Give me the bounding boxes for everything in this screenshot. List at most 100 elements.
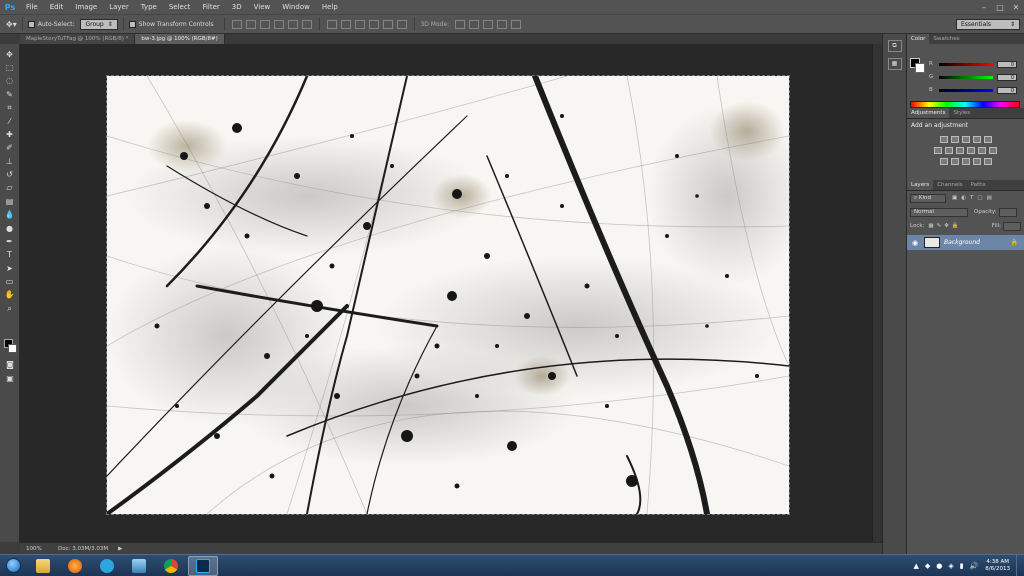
menu-type[interactable]: Type xyxy=(135,3,163,11)
eraser-tool-icon[interactable]: ▱ xyxy=(4,183,16,193)
red-value-field[interactable]: 0 xyxy=(997,60,1017,68)
menu-file[interactable]: File xyxy=(20,3,44,11)
move-tool-preset-icon[interactable]: ✥▾ xyxy=(6,20,17,29)
color-background-swatch[interactable] xyxy=(915,63,925,73)
3d-rotate-icon[interactable] xyxy=(455,19,466,29)
distribute-top-icon[interactable] xyxy=(327,19,338,29)
quick-mask-icon[interactable]: ◙ xyxy=(4,360,16,370)
type-tool-icon[interactable]: T xyxy=(4,250,16,260)
levels-icon[interactable] xyxy=(950,136,959,143)
align-hcenter-icon[interactable] xyxy=(288,19,299,29)
filter-adjustment-icon[interactable]: ◐ xyxy=(961,195,966,201)
properties-panel-icon[interactable]: ▦ xyxy=(887,58,902,70)
threshold-icon[interactable] xyxy=(961,158,970,165)
curves-icon[interactable] xyxy=(961,136,970,143)
opacity-field[interactable] xyxy=(998,207,1017,217)
exposure-icon[interactable] xyxy=(972,136,981,143)
dodge-tool-icon[interactable]: ● xyxy=(4,224,16,234)
layer-kind-filter[interactable]: ⌕ Kind xyxy=(910,193,946,203)
green-value-field[interactable]: 0 xyxy=(997,73,1017,81)
healing-brush-tool-icon[interactable]: ✚ xyxy=(4,130,16,140)
menu-filter[interactable]: Filter xyxy=(196,3,225,11)
gradient-map-icon[interactable] xyxy=(972,158,981,165)
tab-layers[interactable]: Layers xyxy=(907,180,934,190)
lock-position-icon[interactable]: ✥ xyxy=(944,223,949,229)
menu-window[interactable]: Window xyxy=(276,3,316,11)
blue-slider[interactable] xyxy=(939,88,993,92)
network-icon[interactable]: ▮ xyxy=(960,562,964,570)
tab-channels[interactable]: Channels xyxy=(933,180,966,190)
align-left-icon[interactable] xyxy=(274,19,285,29)
zoom-tool-icon[interactable]: ⌕ xyxy=(4,304,16,314)
distribute-hcenter-icon[interactable] xyxy=(383,19,394,29)
document-canvas[interactable] xyxy=(106,75,790,515)
3d-roll-icon[interactable] xyxy=(469,19,480,29)
rectangle-tool-icon[interactable]: ▭ xyxy=(4,277,16,287)
hue-saturation-icon[interactable] xyxy=(934,147,942,154)
blue-value-field[interactable]: 0 xyxy=(997,86,1017,94)
taskbar-explorer[interactable] xyxy=(28,556,58,576)
tray-app-icon[interactable]: ◆ xyxy=(925,562,930,570)
vertical-scrollbar[interactable] xyxy=(872,44,882,542)
color-spectrum-ramp[interactable] xyxy=(910,101,1020,108)
color-balance-icon[interactable] xyxy=(945,147,953,154)
taskbar-chrome[interactable] xyxy=(156,556,186,576)
history-brush-tool-icon[interactable]: ↺ xyxy=(4,170,16,180)
tab-styles[interactable]: Styles xyxy=(949,108,974,118)
filter-pixel-icon[interactable]: ▣ xyxy=(952,195,957,201)
menu-image[interactable]: Image xyxy=(69,3,103,11)
distribute-left-icon[interactable] xyxy=(369,19,380,29)
quick-select-tool-icon[interactable]: ✎ xyxy=(4,90,16,100)
color-lookup-icon[interactable] xyxy=(989,147,997,154)
tray-app-icon[interactable]: ◈ xyxy=(948,562,953,570)
tab-adjustments[interactable]: Adjustments xyxy=(907,108,950,118)
show-desktop-button[interactable] xyxy=(1016,554,1024,576)
tab-color[interactable]: Color xyxy=(907,34,930,44)
tab-swatches[interactable]: Swatches xyxy=(929,34,963,44)
3d-drag-icon[interactable] xyxy=(483,19,494,29)
history-panel-icon[interactable]: ⧉ xyxy=(887,40,902,52)
taskbar-media-player[interactable] xyxy=(60,556,90,576)
menu-select[interactable]: Select xyxy=(163,3,197,11)
close-icon[interactable]: ✕ xyxy=(1008,3,1024,12)
path-select-tool-icon[interactable]: ➤ xyxy=(4,264,16,274)
align-top-icon[interactable] xyxy=(232,19,243,29)
blend-mode-dropdown[interactable]: Normal xyxy=(910,207,968,217)
taskbar-clock[interactable]: 4:38 AM 8/6/2013 xyxy=(985,559,1010,573)
volume-icon[interactable]: 🔊 xyxy=(970,562,979,570)
marquee-tool-icon[interactable]: ⬚ xyxy=(4,63,16,73)
auto-select-checkbox[interactable] xyxy=(27,20,35,28)
filter-type-icon[interactable]: T xyxy=(970,195,973,201)
align-bottom-icon[interactable] xyxy=(260,19,271,29)
maximize-icon[interactable]: □ xyxy=(992,3,1008,12)
document-tab-active[interactable]: bw-3.jpg @ 100% (RGB/8#) xyxy=(135,34,225,44)
distribute-bottom-icon[interactable] xyxy=(355,19,366,29)
brush-tool-icon[interactable]: ✐ xyxy=(4,143,16,153)
green-slider[interactable] xyxy=(939,75,993,79)
3d-scale-icon[interactable] xyxy=(511,19,522,29)
lasso-tool-icon[interactable]: ◌ xyxy=(4,76,16,86)
lock-transparent-icon[interactable]: ▦ xyxy=(928,223,933,229)
screen-mode-icon[interactable]: ▣ xyxy=(4,374,16,384)
menu-view[interactable]: View xyxy=(248,3,277,11)
show-transform-option[interactable]: Show Transform Controls xyxy=(128,20,213,28)
auto-select-option[interactable]: Auto-Select: xyxy=(27,20,74,28)
filter-shape-icon[interactable]: ▢ xyxy=(977,195,982,201)
vibrance-icon[interactable] xyxy=(983,136,992,143)
crop-tool-icon[interactable]: ⌗ xyxy=(4,103,16,113)
hand-tool-icon[interactable]: ✋ xyxy=(4,290,16,300)
photo-filter-icon[interactable] xyxy=(967,147,975,154)
taskbar-photoshop[interactable] xyxy=(188,555,218,576)
red-slider[interactable] xyxy=(939,62,993,66)
document-tab[interactable]: MapleStoryTuTFag @ 100% (RGB/8) * xyxy=(20,34,136,44)
filter-smart-object-icon[interactable]: ▤ xyxy=(987,195,992,201)
show-transform-checkbox[interactable] xyxy=(128,20,136,28)
workspace-dropdown[interactable]: Essentials ⇕ xyxy=(956,19,1020,30)
selective-color-icon[interactable] xyxy=(983,158,992,165)
gradient-tool-icon[interactable]: ▤ xyxy=(4,197,16,207)
minimize-icon[interactable]: – xyxy=(976,3,992,12)
channel-mixer-icon[interactable] xyxy=(978,147,986,154)
visibility-eye-icon[interactable]: ◉ xyxy=(910,239,920,247)
fill-field[interactable] xyxy=(1003,221,1021,231)
layer-row-background[interactable]: ◉ Background 🔒 xyxy=(907,235,1024,250)
